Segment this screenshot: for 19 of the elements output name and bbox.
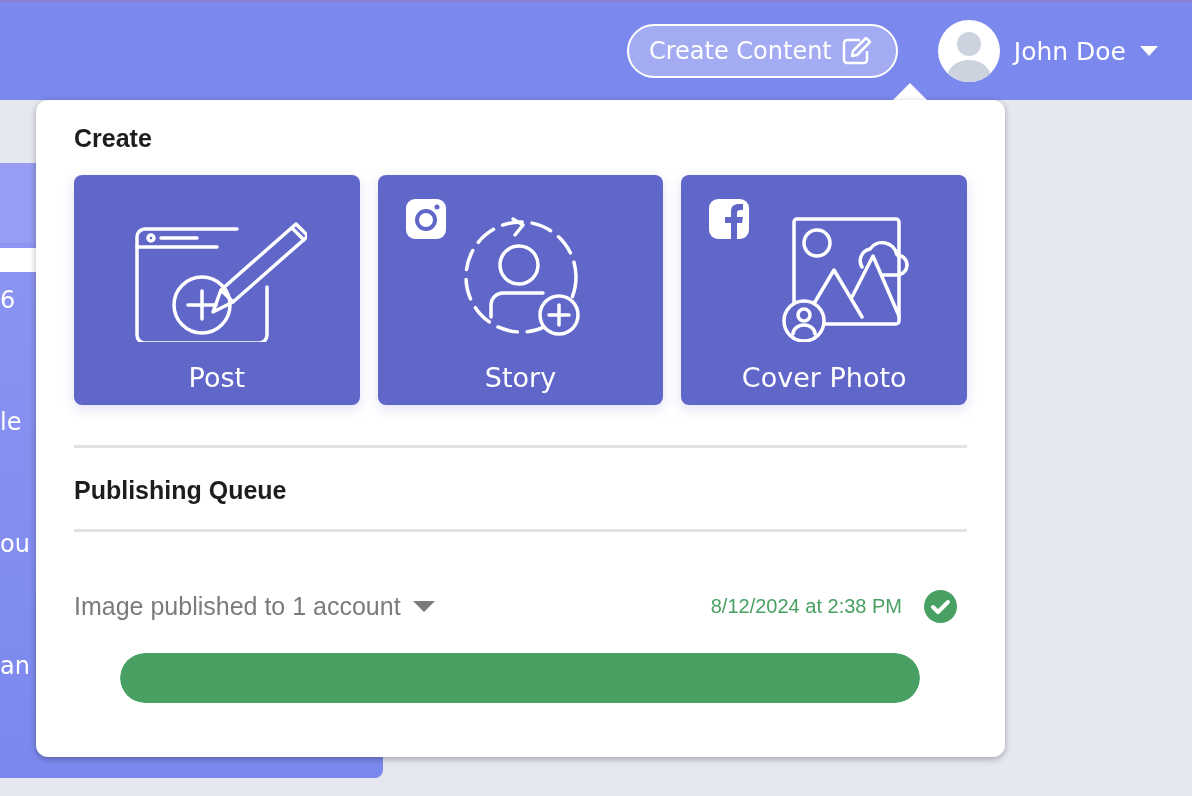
publish-time: 8/12/2024 at 2:38 PM (710, 595, 902, 618)
section-title: Create (74, 124, 152, 153)
f-logo-icon (709, 199, 750, 239)
publish-summary[interactable]: Image published to 1 account (74, 592, 435, 621)
check-circle-icon (924, 590, 957, 623)
background-text: 6 (0, 286, 16, 314)
create-tile[interactable]: Post (74, 175, 360, 405)
background-text: an (0, 652, 30, 680)
user-menu[interactable]: John Doe (937, 20, 1158, 82)
create-tile[interactable]: Story (377, 175, 664, 405)
avatar-icon (937, 20, 1000, 82)
caret-icon (412, 601, 435, 612)
background-text: le (0, 408, 22, 436)
edit-icon (841, 37, 872, 65)
section-title: Publishing Queue (74, 476, 287, 504)
caret-icon (1140, 46, 1158, 56)
create-tile[interactable]: Cover Photo (681, 175, 967, 405)
camera-logo-icon (405, 199, 446, 239)
background-text: ou (0, 530, 30, 558)
